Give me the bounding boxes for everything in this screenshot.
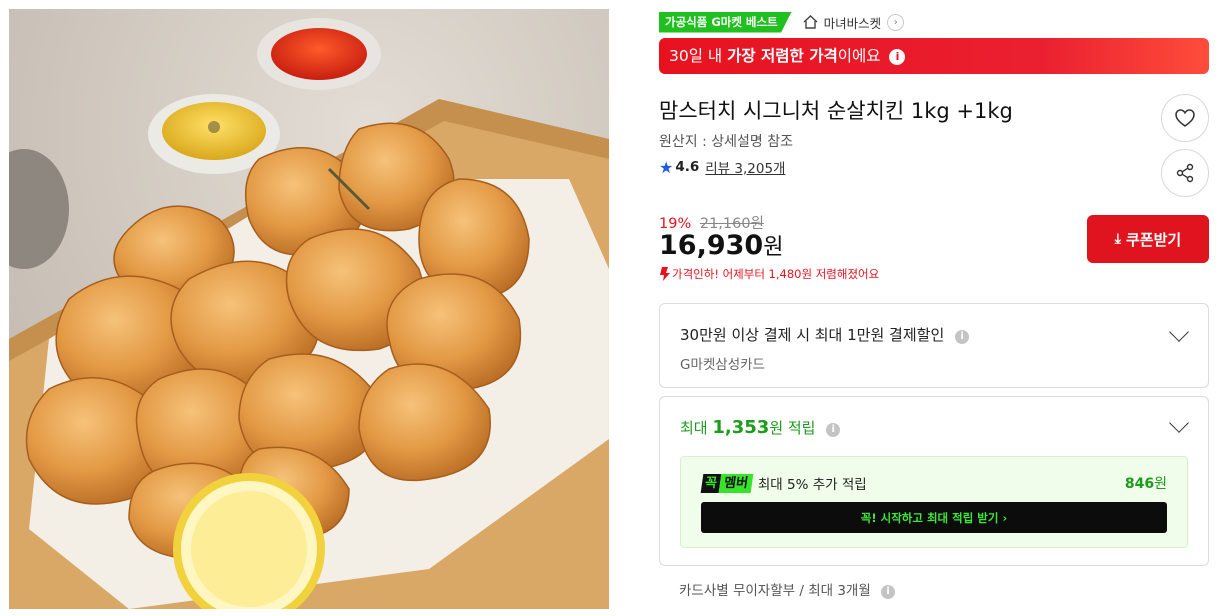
price-drop-text: 가격인하! 어제부터 1,480원 저렴해졌어요 [672,267,880,281]
download-icon: ⤓ [1114,231,1121,247]
lowest-price-banner: 30일 내 가장 저렴한 가격이에요 i [659,38,1209,74]
membership-amount: 846원 [1124,476,1167,492]
info-icon[interactable]: i [955,330,970,344]
membership-desc: 최대 5% 추가 적립 [757,477,867,493]
rating-row: ★ 4.6 리뷰 3,205개 [659,157,785,178]
points-amount: 1,353 [712,417,770,438]
sale-price-value: 16,930 [659,230,764,261]
info-icon[interactable]: i [889,49,906,65]
card-discount-card: G마켓삼성카드 [680,357,765,373]
points-title: 최대 1,353원 적립 i [680,417,841,438]
chevron-right-icon: › [887,13,905,31]
price-drop-note: 가격인하! 어제부터 1,480원 저렴해졌어요 [659,266,879,282]
card-discount-box[interactable]: 30만원 이상 결제 시 최대 1만원 결제할인 i G마켓삼성카드 [659,303,1209,388]
fried-chicken-illustration [9,9,609,609]
product-origin: 원산지 : 상세설명 참조 [659,134,793,150]
points-prefix: 최대 [680,419,713,437]
product-title: 맘스터치 시그니처 순살치킨 1kg +1kg [659,99,1013,123]
installment-text: 카드사별 무이자할부 / 최대 3개월 [679,583,871,599]
star-icon: ★ [659,157,674,177]
installment-info: 카드사별 무이자할부 / 최대 3개월 i [679,579,896,599]
coupon-button[interactable]: ⤓ 쿠폰받기 [1087,215,1209,263]
banner-highlight: 가장 저렴한 가격 [727,47,838,65]
card-discount-title: 30만원 이상 결제 시 최대 1만원 결제할인 i [680,324,970,345]
store-name: 마녀바스켓 [823,15,882,31]
wishlist-button[interactable] [1161,94,1209,142]
info-icon[interactable]: i [826,423,841,437]
sale-price: 16,930원 [659,229,783,261]
store-link[interactable]: 마녀바스켓 › [802,13,905,32]
banner-suffix: 이에요 [837,47,881,65]
chevron-down-icon[interactable] [1169,413,1189,433]
card-discount-text: 30만원 이상 결제 시 최대 1만원 결제할인 [680,326,945,344]
membership-panel: 꼭 멤버 최대 5% 추가 적립 846원 꼭! 시작하고 최대 적립 받기 › [680,456,1188,548]
product-image [9,9,609,609]
review-link[interactable]: 리뷰 3,205개 [705,157,785,177]
chevron-down-icon[interactable] [1169,322,1189,342]
share-button[interactable] [1161,149,1209,197]
badge-row: 가공식품 G마켓 베스트 마녀바스켓 › [659,11,905,33]
coupon-button-label: 쿠폰받기 [1126,230,1182,249]
points-box: 최대 1,353원 적립 i 꼭 멤버 최대 5% 추가 적립 846원 꼭! 시… [659,396,1209,566]
points-suffix: 원 적립 [769,419,816,437]
share-icon [1176,163,1194,183]
membership-row: 꼭 멤버 최대 5% 추가 적립 [700,473,867,493]
home-icon [803,15,818,29]
rating-score: 4.6 [675,159,700,175]
kkok-member-logo: 꼭 멤버 [700,473,754,493]
info-icon[interactable]: i [881,585,896,599]
start-membership-button[interactable]: 꼭! 시작하고 최대 적립 받기 › [701,502,1167,533]
sale-price-currency: 원 [763,235,784,260]
banner-prefix: 30일 내 [669,47,728,65]
price-down-icon [660,267,670,281]
best-seller-badge[interactable]: 가공식품 G마켓 베스트 [659,11,792,33]
heart-icon [1175,109,1195,127]
